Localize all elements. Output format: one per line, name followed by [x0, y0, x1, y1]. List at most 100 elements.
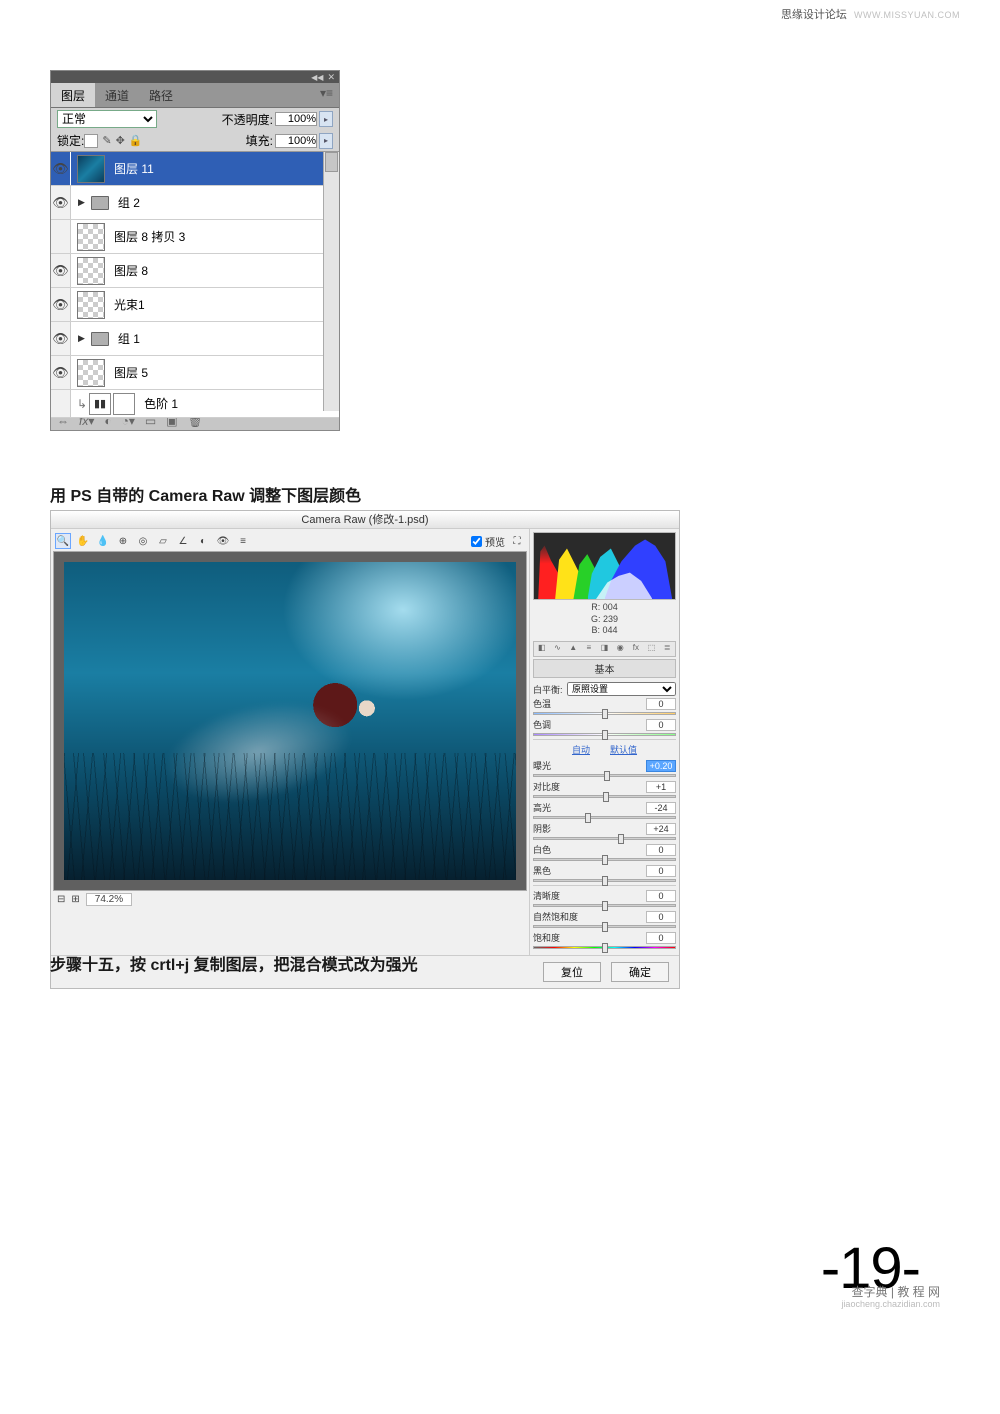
- exposure-value[interactable]: +0.20: [646, 760, 676, 772]
- layer-item[interactable]: 👁 图层 5: [51, 356, 339, 390]
- lock-brush-icon[interactable]: ✎: [102, 134, 111, 147]
- tint-value[interactable]: 0: [646, 719, 676, 731]
- layer-item-group[interactable]: 👁 ▶ 组 2: [51, 186, 339, 220]
- tint-slider[interactable]: [533, 733, 676, 736]
- lock-all-icon[interactable]: 🔒: [129, 134, 143, 147]
- contrast-slider[interactable]: [533, 795, 676, 798]
- saturation-value[interactable]: 0: [646, 932, 676, 944]
- highlight-slider[interactable]: [533, 816, 676, 819]
- reset-button[interactable]: 复位: [543, 962, 601, 982]
- shadow-slider[interactable]: [533, 837, 676, 840]
- white-value[interactable]: 0: [646, 844, 676, 856]
- zoom-out-icon[interactable]: ⊟: [57, 894, 65, 905]
- zoom-tool-icon[interactable]: 🔍: [55, 533, 71, 549]
- tab-basic-icon[interactable]: ◧: [535, 643, 549, 655]
- visibility-icon-off[interactable]: 👁: [51, 220, 71, 253]
- temp-value[interactable]: 0: [646, 698, 676, 710]
- tab-cal-icon[interactable]: ⬚: [645, 643, 659, 655]
- layer-name: 组 2: [118, 194, 140, 211]
- layer-item-selected[interactable]: 👁 图层 11: [51, 152, 339, 186]
- tab-hsl-icon[interactable]: ≡: [582, 643, 596, 655]
- tab-fx-icon[interactable]: fx: [629, 643, 643, 655]
- blend-mode-select[interactable]: 正常: [57, 110, 157, 128]
- fill-input[interactable]: [275, 134, 317, 148]
- fullscreen-icon[interactable]: ⛶: [509, 533, 525, 549]
- rgb-b: B: 044: [533, 625, 676, 637]
- layers-panel: ◀◀ ✕ 图层 通道 路径 ▾≡ 正常 不透明度: ▸ 锁定: ✎ ✥ 🔒 填充…: [50, 70, 340, 431]
- expand-icon[interactable]: ▶: [78, 333, 85, 344]
- scrollbar-thumb[interactable]: [325, 152, 338, 172]
- target-tool-icon[interactable]: ◎: [135, 533, 151, 549]
- dialog-title: Camera Raw (修改-1.psd): [51, 511, 679, 529]
- tab-channels[interactable]: 通道: [95, 83, 139, 107]
- clarity-value[interactable]: 0: [646, 890, 676, 902]
- hand-tool-icon[interactable]: ✋: [75, 533, 91, 549]
- lock-transparency-icon[interactable]: [84, 134, 98, 148]
- opacity-dropdown-icon[interactable]: ▸: [319, 111, 333, 127]
- layer-item[interactable]: 👁 光束1: [51, 288, 339, 322]
- wb-select[interactable]: 原照设置: [567, 682, 676, 696]
- clarity-slider[interactable]: [533, 904, 676, 907]
- shadow-value[interactable]: +24: [646, 823, 676, 835]
- auto-default-row: 自动 默认值: [533, 743, 676, 756]
- preview-toggle[interactable]: 预览: [471, 534, 505, 549]
- visibility-icon[interactable]: 👁: [51, 322, 71, 355]
- tab-detail-icon[interactable]: ▲: [566, 643, 580, 655]
- visibility-icon[interactable]: 👁: [51, 288, 71, 321]
- collapse-icon[interactable]: ◀◀: [311, 73, 323, 82]
- prefs-tool-icon[interactable]: ≡: [235, 533, 251, 549]
- vibrance-label: 自然饱和度: [533, 910, 578, 923]
- scrollbar[interactable]: [323, 152, 339, 411]
- straighten-tool-icon[interactable]: ∠: [175, 533, 191, 549]
- layer-thumbnail: [77, 223, 105, 251]
- sampler-tool-icon[interactable]: ⊕: [115, 533, 131, 549]
- tab-curve-icon[interactable]: ∿: [551, 643, 565, 655]
- fill-dropdown-icon[interactable]: ▸: [319, 133, 333, 149]
- contrast-value[interactable]: +1: [646, 781, 676, 793]
- opacity-input[interactable]: [275, 112, 317, 126]
- vibrance-slider[interactable]: [533, 925, 676, 928]
- tab-paths[interactable]: 路径: [139, 83, 183, 107]
- wb-tool-icon[interactable]: 💧: [95, 533, 111, 549]
- temp-slider[interactable]: [533, 712, 676, 715]
- zoom-bar: ⊟ ⊞ 74.2%: [53, 891, 527, 908]
- image-preview[interactable]: [53, 551, 527, 891]
- lock-move-icon[interactable]: ✥: [116, 134, 125, 147]
- default-link[interactable]: 默认值: [610, 743, 637, 756]
- preview-checkbox[interactable]: [471, 536, 482, 547]
- vibrance-value[interactable]: 0: [646, 911, 676, 923]
- zoom-value[interactable]: 74.2%: [86, 893, 132, 906]
- visibility-icon[interactable]: 👁: [51, 152, 71, 185]
- layer-item-adjustment[interactable]: ↳ ▮▮ 色阶 1: [51, 390, 339, 418]
- saturation-slider[interactable]: [533, 946, 676, 949]
- panel-menu-icon[interactable]: ▾≡: [314, 83, 339, 107]
- ok-button[interactable]: 确定: [611, 962, 669, 982]
- close-icon[interactable]: ✕: [327, 72, 335, 83]
- expand-icon[interactable]: ▶: [78, 197, 85, 208]
- exposure-slider[interactable]: [533, 774, 676, 777]
- tab-preset-icon[interactable]: ≣: [660, 643, 674, 655]
- redeye-tool-icon[interactable]: 👁: [215, 533, 231, 549]
- white-slider[interactable]: [533, 858, 676, 861]
- clarity-row: 清晰度0: [533, 889, 676, 907]
- spot-tool-icon[interactable]: ◐: [195, 533, 211, 549]
- footer-main: 查字典 | 教 程 网: [841, 1285, 940, 1299]
- visibility-icon[interactable]: 👁: [51, 186, 71, 219]
- tab-lens-icon[interactable]: ◉: [613, 643, 627, 655]
- auto-link[interactable]: 自动: [572, 743, 590, 756]
- tab-split-icon[interactable]: ◨: [598, 643, 612, 655]
- black-slider[interactable]: [533, 879, 676, 882]
- highlight-value[interactable]: -24: [646, 802, 676, 814]
- visibility-icon[interactable]: 👁: [51, 356, 71, 389]
- layer-item-group[interactable]: 👁 ▶ 组 1: [51, 322, 339, 356]
- layer-list: 👁 图层 11 👁 ▶ 组 2 👁 图层 8 拷贝 3 👁 图层 8 👁 光束1…: [51, 151, 339, 411]
- visibility-icon[interactable]: 👁: [51, 254, 71, 287]
- black-value[interactable]: 0: [646, 865, 676, 877]
- site-url: WWW.MISSYUAN.COM: [854, 10, 960, 20]
- visibility-icon[interactable]: [51, 390, 71, 417]
- tab-layers[interactable]: 图层: [51, 83, 95, 107]
- zoom-in-icon[interactable]: ⊞: [71, 894, 79, 905]
- layer-item[interactable]: 👁 图层 8 拷贝 3: [51, 220, 339, 254]
- layer-item[interactable]: 👁 图层 8: [51, 254, 339, 288]
- crop-tool-icon[interactable]: ▱: [155, 533, 171, 549]
